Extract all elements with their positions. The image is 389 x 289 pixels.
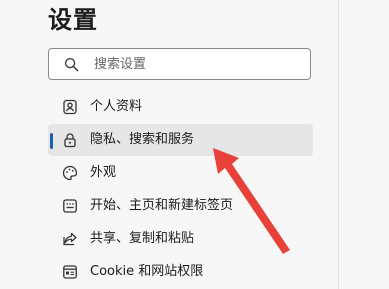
nav-item-share-copy-paste[interactable]: 共享、复制和粘贴: [48, 223, 313, 255]
search-input[interactable]: [94, 54, 294, 74]
site-permissions-icon: [63, 265, 77, 279]
search-box[interactable]: [48, 48, 311, 80]
nav-item-label: 隐私、搜索和服务: [90, 132, 195, 147]
settings-nav: 个人资料 隐私、搜索和服务 外观 开始、主页和新建标签页 共享、复制和粘贴 Co…: [48, 91, 313, 289]
page-title: 设置: [48, 6, 98, 34]
settings-page: 设置 个人资料 隐私、搜索和服务: [0, 0, 389, 289]
nav-item-profiles[interactable]: 个人资料: [48, 91, 313, 123]
nav-item-privacy[interactable]: 隐私、搜索和服务: [48, 124, 313, 156]
nav-item-start-home-new-tab[interactable]: 开始、主页和新建标签页: [48, 190, 313, 222]
palette-icon: [62, 165, 78, 181]
nav-item-label: 开始、主页和新建标签页: [90, 198, 234, 213]
lock-icon: [64, 133, 76, 148]
profile-icon: [63, 99, 77, 115]
nav-item-label: Cookie 和网站权限: [90, 264, 204, 279]
search-icon: [64, 57, 79, 72]
nav-item-label: 个人资料: [90, 99, 143, 114]
share-icon: [63, 232, 77, 246]
panel-divider: [338, 0, 339, 289]
nav-item-label: 共享、复制和粘贴: [90, 231, 195, 246]
nav-item-appearance[interactable]: 外观: [48, 157, 313, 189]
nav-item-cookies-site-permissions[interactable]: Cookie 和网站权限: [48, 256, 313, 288]
new-tab-icon: [63, 199, 77, 213]
nav-item-label: 外观: [90, 165, 117, 180]
